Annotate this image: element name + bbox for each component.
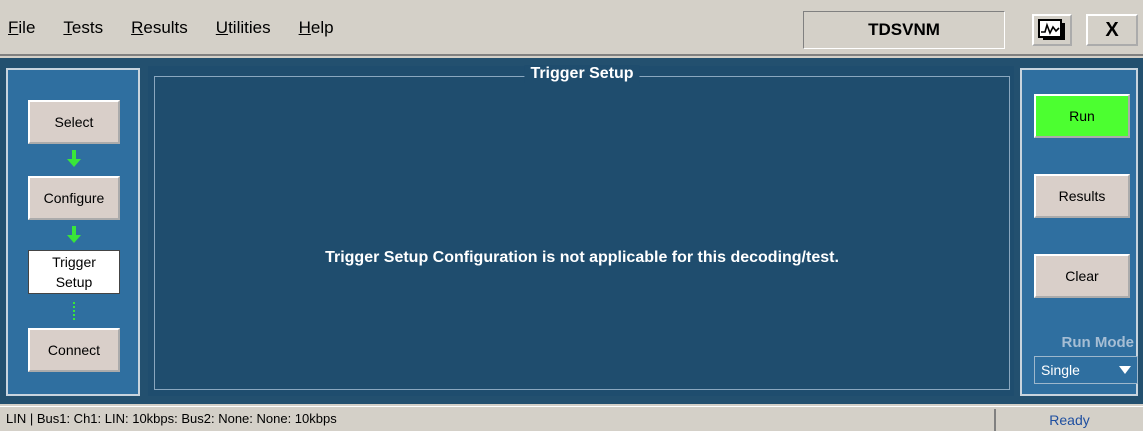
content-panel: Trigger Setup Trigger Setup Configuratio… — [148, 65, 1014, 396]
clear-button[interactable]: Clear — [1034, 254, 1130, 298]
menu-tests[interactable]: Tests — [61, 16, 105, 40]
menu-tests-mnemonic: T — [63, 18, 72, 37]
oscilloscope-icon — [1038, 19, 1065, 40]
run-mode-select[interactable]: Single — [1034, 356, 1138, 384]
menu-results[interactable]: Results — [129, 16, 190, 40]
scope-view-button[interactable] — [1032, 14, 1072, 46]
menu-results-mnemonic: R — [131, 18, 144, 37]
select-step-button[interactable]: Select — [28, 100, 120, 144]
status-ready: Ready — [994, 409, 1143, 431]
connect-step-button[interactable]: Connect — [28, 328, 120, 372]
menu-utilities-label: tilities — [228, 18, 271, 37]
menu-results-label: esults — [143, 18, 188, 37]
trigger-setup-step-label: Trigger Setup — [52, 252, 96, 292]
menu-help-label: elp — [310, 18, 334, 37]
not-applicable-message: Trigger Setup Configuration is not appli… — [325, 249, 839, 266]
connector-line-icon — [73, 302, 75, 320]
steps-panel: Select Configure Trigger Setup Connect — [6, 68, 140, 396]
status-bar: LIN | Bus1: Ch1: LIN: 10kbps: Bus2: None… — [0, 406, 1143, 431]
menu-help-mnemonic: H — [298, 18, 311, 37]
actions-panel: Run Results Clear Run Mode Single — [1020, 68, 1138, 396]
menu-file-label: ile — [18, 18, 36, 37]
menu-tests-label: ests — [71, 18, 104, 37]
menu-bar: File Tests Results Utilities Help TDSVNM… — [0, 0, 1143, 56]
chevron-down-icon — [1119, 366, 1131, 374]
group-title: Trigger Setup — [524, 65, 640, 83]
trigger-setup-line2: Setup — [55, 274, 93, 290]
menu-utilities-mnemonic: U — [215, 18, 229, 37]
main-frame: Select Configure Trigger Setup Connect Tr… — [0, 58, 1143, 404]
close-button[interactable]: X — [1086, 14, 1138, 46]
run-button[interactable]: Run — [1034, 94, 1130, 138]
menu-help[interactable]: Help — [297, 16, 336, 40]
app-name: TDSVNM — [803, 11, 1005, 49]
results-button[interactable]: Results — [1034, 174, 1130, 218]
menu-file-mnemonic: F — [8, 18, 19, 37]
run-mode-value: Single — [1041, 362, 1080, 378]
configure-step-button[interactable]: Configure — [28, 176, 120, 220]
run-mode-label: Run Mode — [1061, 334, 1135, 351]
arrow-down-icon — [67, 226, 81, 243]
menu-file[interactable]: File — [6, 16, 37, 40]
arrow-down-icon — [67, 150, 81, 167]
trigger-setup-group: Trigger Setup Trigger Setup Configuratio… — [154, 65, 1010, 390]
trigger-setup-step-button[interactable]: Trigger Setup — [28, 250, 120, 294]
menu-utilities[interactable]: Utilities — [214, 16, 273, 40]
status-info: LIN | Bus1: Ch1: LIN: 10kbps: Bus2: None… — [6, 411, 337, 426]
trigger-setup-line1: Trigger — [52, 254, 96, 270]
menu-items: File Tests Results Utilities Help — [6, 0, 360, 56]
